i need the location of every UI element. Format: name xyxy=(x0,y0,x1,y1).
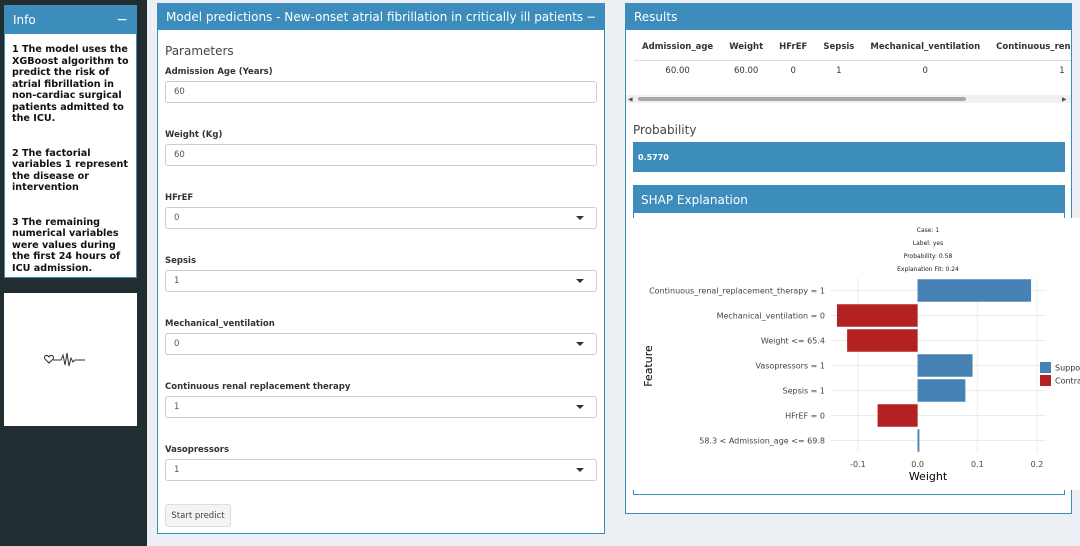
table-header-row: Admission_age Weight HFrEF Sepsis Mechan… xyxy=(634,40,1071,61)
collapse-icon[interactable]: − xyxy=(116,12,128,28)
info-note: 3 The remaining numerical variables were… xyxy=(12,216,121,274)
weight-value: 60 xyxy=(174,150,185,160)
model-panel-title: Model predictions - New-onset atrial fib… xyxy=(166,10,584,24)
y-tick-label: HFrEF = 0 xyxy=(785,412,825,421)
column-header: Mechanical_ventilation xyxy=(862,40,989,61)
shap-bar xyxy=(917,379,966,402)
model-panel: Model predictions - New-onset atrial fib… xyxy=(157,3,605,534)
legend-swatch xyxy=(1040,362,1051,373)
heart-ecg-icon xyxy=(43,352,85,366)
mechanical-ventilation-label: Mechanical_ventilation xyxy=(165,319,275,329)
admission-age-label: Admission Age (Years) xyxy=(165,67,273,77)
scroll-thumb[interactable] xyxy=(638,97,966,101)
y-tick-label: Vasopressors = 1 xyxy=(756,362,826,371)
x-tick-label: 0.2 xyxy=(1031,460,1044,469)
horizontal-scrollbar[interactable]: ◀ ▶ xyxy=(626,95,1071,103)
info-title: Info xyxy=(13,13,36,27)
table-cell: 60.00 xyxy=(665,66,690,76)
column-header: HFrEF xyxy=(771,40,816,61)
vasopressors-label: Vasopressors xyxy=(165,445,229,455)
chevron-down-icon xyxy=(576,468,584,472)
column-header: Continuous_renal_replacem xyxy=(988,40,1071,61)
y-tick-label: Sepsis = 1 xyxy=(782,387,825,396)
y-axis-label: Feature xyxy=(642,345,655,387)
y-tick-label: Continuous_renal_replacement_therapy = 1 xyxy=(649,287,825,296)
x-tick-label: -0.1 xyxy=(850,460,866,469)
table-cell: 0 xyxy=(922,66,928,76)
info-header: Info − xyxy=(5,6,136,34)
x-tick-label: 0.0 xyxy=(911,460,924,469)
chart-header-line: Case: 1 xyxy=(917,227,940,234)
admission-age-value: 60 xyxy=(174,87,185,97)
sepsis-select[interactable]: 1 xyxy=(165,270,597,292)
info-body: 1 The model uses the XGBoost algorithm t… xyxy=(5,34,136,274)
model-panel-header: Model predictions - New-onset atrial fib… xyxy=(158,4,604,30)
column-header: Weight xyxy=(721,40,772,61)
y-tick-label: Weight <= 65.4 xyxy=(761,337,825,346)
shap-bar xyxy=(847,329,918,352)
x-tick-label: 0.1 xyxy=(971,460,984,469)
info-note: 2 The factorial variables 1 represent th… xyxy=(12,147,128,194)
chart-header-line: Label: yes xyxy=(913,240,943,247)
shap-bar xyxy=(917,354,973,377)
shap-bar xyxy=(917,429,920,452)
legend-label: Supports xyxy=(1055,364,1080,373)
legend-swatch xyxy=(1040,375,1051,386)
y-tick-label: 58.3 < Admission_age <= 69.8 xyxy=(699,437,825,446)
hfref-label: HFrEF xyxy=(165,193,194,203)
table-cell: 1 xyxy=(836,66,842,76)
column-header: Sepsis xyxy=(815,40,863,61)
crrt-label: Continuous renal replacement therapy xyxy=(165,382,351,392)
hfref-select[interactable]: 0 xyxy=(165,207,597,229)
results-panel-title: Results xyxy=(634,10,678,24)
mechanical-ventilation-select[interactable]: 0 xyxy=(165,333,597,355)
table-cell: 60.00 xyxy=(734,66,759,76)
column-header: Admission_age xyxy=(634,40,722,61)
crrt-select[interactable]: 1 xyxy=(165,396,597,418)
results-panel-header: Results xyxy=(626,4,1071,30)
chart-background xyxy=(631,218,1080,490)
shap-bar xyxy=(836,304,918,327)
scroll-right-icon[interactable]: ▶ xyxy=(1062,96,1067,103)
x-axis-label: Weight xyxy=(909,470,948,483)
admission-age-input[interactable]: 60 xyxy=(165,81,597,103)
sepsis-value: 1 xyxy=(174,276,180,286)
mechanical-ventilation-value: 0 xyxy=(174,339,180,349)
chart-header-line: Probability: 0.58 xyxy=(904,253,953,260)
weight-input[interactable]: 60 xyxy=(165,144,597,166)
info-box: Info − 1 The model uses the XGBoost algo… xyxy=(4,5,137,278)
table-cell: 0 xyxy=(790,66,796,76)
table-cell: 1 xyxy=(1059,66,1065,76)
results-table-wrapper: Admission_age Weight HFrEF Sepsis Mechan… xyxy=(626,30,1071,104)
vasopressors-value: 1 xyxy=(174,465,180,475)
shap-bar xyxy=(917,279,1032,302)
y-tick-label: Mechanical_ventilation = 0 xyxy=(717,312,825,321)
heartbeat-logo xyxy=(4,293,137,426)
results-table: Admission_age Weight HFrEF Sepsis Mechan… xyxy=(634,40,1071,81)
chevron-down-icon xyxy=(576,342,584,346)
params-title: Parameters xyxy=(165,44,234,58)
hfref-value: 0 xyxy=(174,213,180,223)
scroll-left-icon[interactable]: ◀ xyxy=(628,96,633,103)
vasopressors-select[interactable]: 1 xyxy=(165,459,597,481)
chevron-down-icon xyxy=(576,216,584,220)
shap-bar xyxy=(877,404,918,427)
chevron-down-icon xyxy=(576,279,584,283)
weight-label: Weight (Kg) xyxy=(165,130,223,140)
start-predict-button[interactable]: Start predict xyxy=(165,504,231,527)
sepsis-label: Sepsis xyxy=(165,256,197,266)
chart-header-line: Explanation Fit: 0.24 xyxy=(897,266,959,273)
shap-header: SHAP Explanation xyxy=(634,186,1064,213)
probability-value: 0.5770 xyxy=(633,142,1065,172)
shap-chart: Case: 1 Label: yes Probability: 0.58 Explan… xyxy=(631,218,1080,490)
collapse-icon[interactable]: − xyxy=(586,10,596,24)
crrt-value: 1 xyxy=(174,402,180,412)
legend-label: Contradicts xyxy=(1055,377,1080,386)
chevron-down-icon xyxy=(576,405,584,409)
probability-title: Probability xyxy=(633,123,697,137)
sidebar: Info − 1 The model uses the XGBoost algo… xyxy=(0,0,147,546)
table-row: 60.00 60.00 0 1 0 1 xyxy=(634,61,1071,82)
info-note: 1 The model uses the XGBoost algorithm t… xyxy=(12,44,129,124)
